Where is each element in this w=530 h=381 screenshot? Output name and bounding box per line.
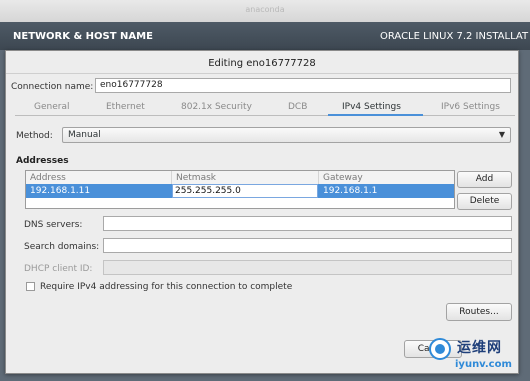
spoke-title: NETWORK & HOST NAME xyxy=(13,31,153,42)
gateway-cell[interactable]: 192.168.1.1 xyxy=(323,186,377,196)
dhcp-client-id-input xyxy=(103,260,512,275)
watermark-domain-text: iyunv.com xyxy=(455,359,512,370)
column-address[interactable]: Address xyxy=(30,173,66,183)
connection-name-label: Connection name: xyxy=(11,82,94,92)
watermark-chinese-text: 运维网 xyxy=(457,340,502,356)
active-tab-indicator xyxy=(328,114,423,116)
dns-servers-input[interactable] xyxy=(103,216,512,231)
require-ipv4-checkbox[interactable] xyxy=(26,282,35,291)
column-gateway[interactable]: Gateway xyxy=(323,173,363,183)
method-value: Manual xyxy=(68,130,101,140)
table-header: Address Netmask Gateway xyxy=(26,171,454,185)
connection-name-input[interactable]: eno16777728 xyxy=(95,78,511,93)
netmask-cell-editor[interactable]: 255.255.255.0 xyxy=(172,184,318,198)
dns-servers-label: DNS servers: xyxy=(24,220,83,230)
tab-8021x-security[interactable]: 802.1x Security xyxy=(181,102,252,112)
tab-ipv6-settings[interactable]: IPv6 Settings xyxy=(441,102,500,112)
routes-button[interactable]: Routes... xyxy=(446,303,512,321)
search-domains-input[interactable] xyxy=(103,238,512,253)
search-domains-label: Search domains: xyxy=(24,242,100,252)
settings-tabs: General Ethernet 802.1x Security DCB IPv… xyxy=(15,99,515,116)
addresses-heading: Addresses xyxy=(16,156,69,166)
table-row[interactable]: 192.168.1.11 255.255.255.0 192.168.1.1 xyxy=(26,184,454,198)
edit-connection-dialog: Editing eno16777728 Connection name: eno… xyxy=(5,50,519,374)
method-label: Method: xyxy=(16,131,53,141)
addresses-table[interactable]: Address Netmask Gateway 192.168.1.11 255… xyxy=(25,170,455,209)
add-address-button[interactable]: Add xyxy=(457,171,512,188)
column-separator xyxy=(171,171,172,184)
site-watermark: 运维网 iyunv.com xyxy=(425,332,530,381)
column-separator xyxy=(318,171,319,184)
address-cell[interactable]: 192.168.1.11 xyxy=(30,186,90,196)
column-netmask[interactable]: Netmask xyxy=(176,173,216,183)
dropdown-arrow-icon: ▼ xyxy=(498,130,505,139)
installer-header: NETWORK & HOST NAME ORACLE LINUX 7.2 INS… xyxy=(0,22,530,50)
tab-dcb[interactable]: DCB xyxy=(288,102,307,112)
method-dropdown[interactable]: Manual ▼ xyxy=(62,127,511,143)
window-titlebar: anaconda xyxy=(0,0,530,23)
tab-general[interactable]: General xyxy=(34,102,69,112)
dialog-title: Editing eno16777728 xyxy=(208,58,316,69)
tab-ipv4-settings[interactable]: IPv4 Settings xyxy=(342,102,401,112)
product-title: ORACLE LINUX 7.2 INSTALLAT xyxy=(380,31,529,42)
watermark-logo-icon xyxy=(429,338,451,360)
window-title: anaconda xyxy=(245,5,285,14)
title-separator xyxy=(6,73,518,74)
delete-address-button[interactable]: Delete xyxy=(457,193,512,210)
dhcp-client-id-label: DHCP client ID: xyxy=(24,264,93,274)
tab-ethernet[interactable]: Ethernet xyxy=(106,102,145,112)
require-ipv4-label[interactable]: Require IPv4 addressing for this connect… xyxy=(40,282,292,292)
